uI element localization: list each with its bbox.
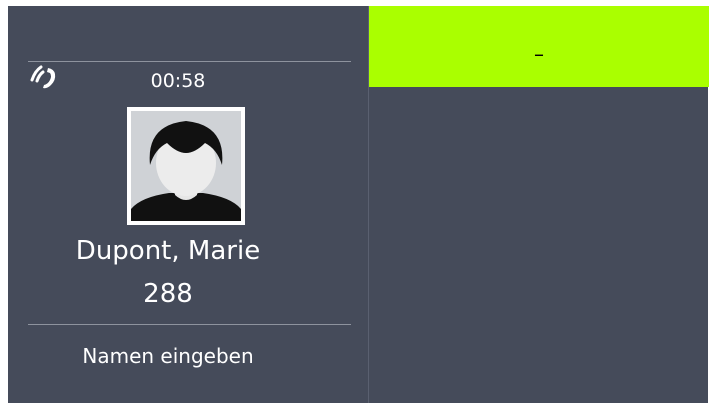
input-panel: – — [368, 6, 709, 403]
enter-name-button[interactable]: Namen eingeben — [8, 344, 328, 368]
input-value: – — [534, 42, 544, 66]
bottom-divider — [28, 324, 351, 325]
person-silhouette-icon — [131, 111, 241, 221]
call-panel: 00:58 Dupont, Marie 288 Namen eingeben — [8, 6, 368, 403]
avatar — [127, 107, 245, 225]
ringing-phone-icon — [30, 65, 56, 89]
contact-name: Dupont, Marie — [75, 236, 261, 266]
top-divider — [28, 61, 351, 62]
phone-screen: 00:58 Dupont, Marie 288 Namen eingeben – — [8, 6, 709, 403]
contact-number: 288 — [143, 279, 193, 309]
name-input-field[interactable]: – — [369, 6, 709, 87]
call-timer: 00:58 — [150, 70, 206, 92]
